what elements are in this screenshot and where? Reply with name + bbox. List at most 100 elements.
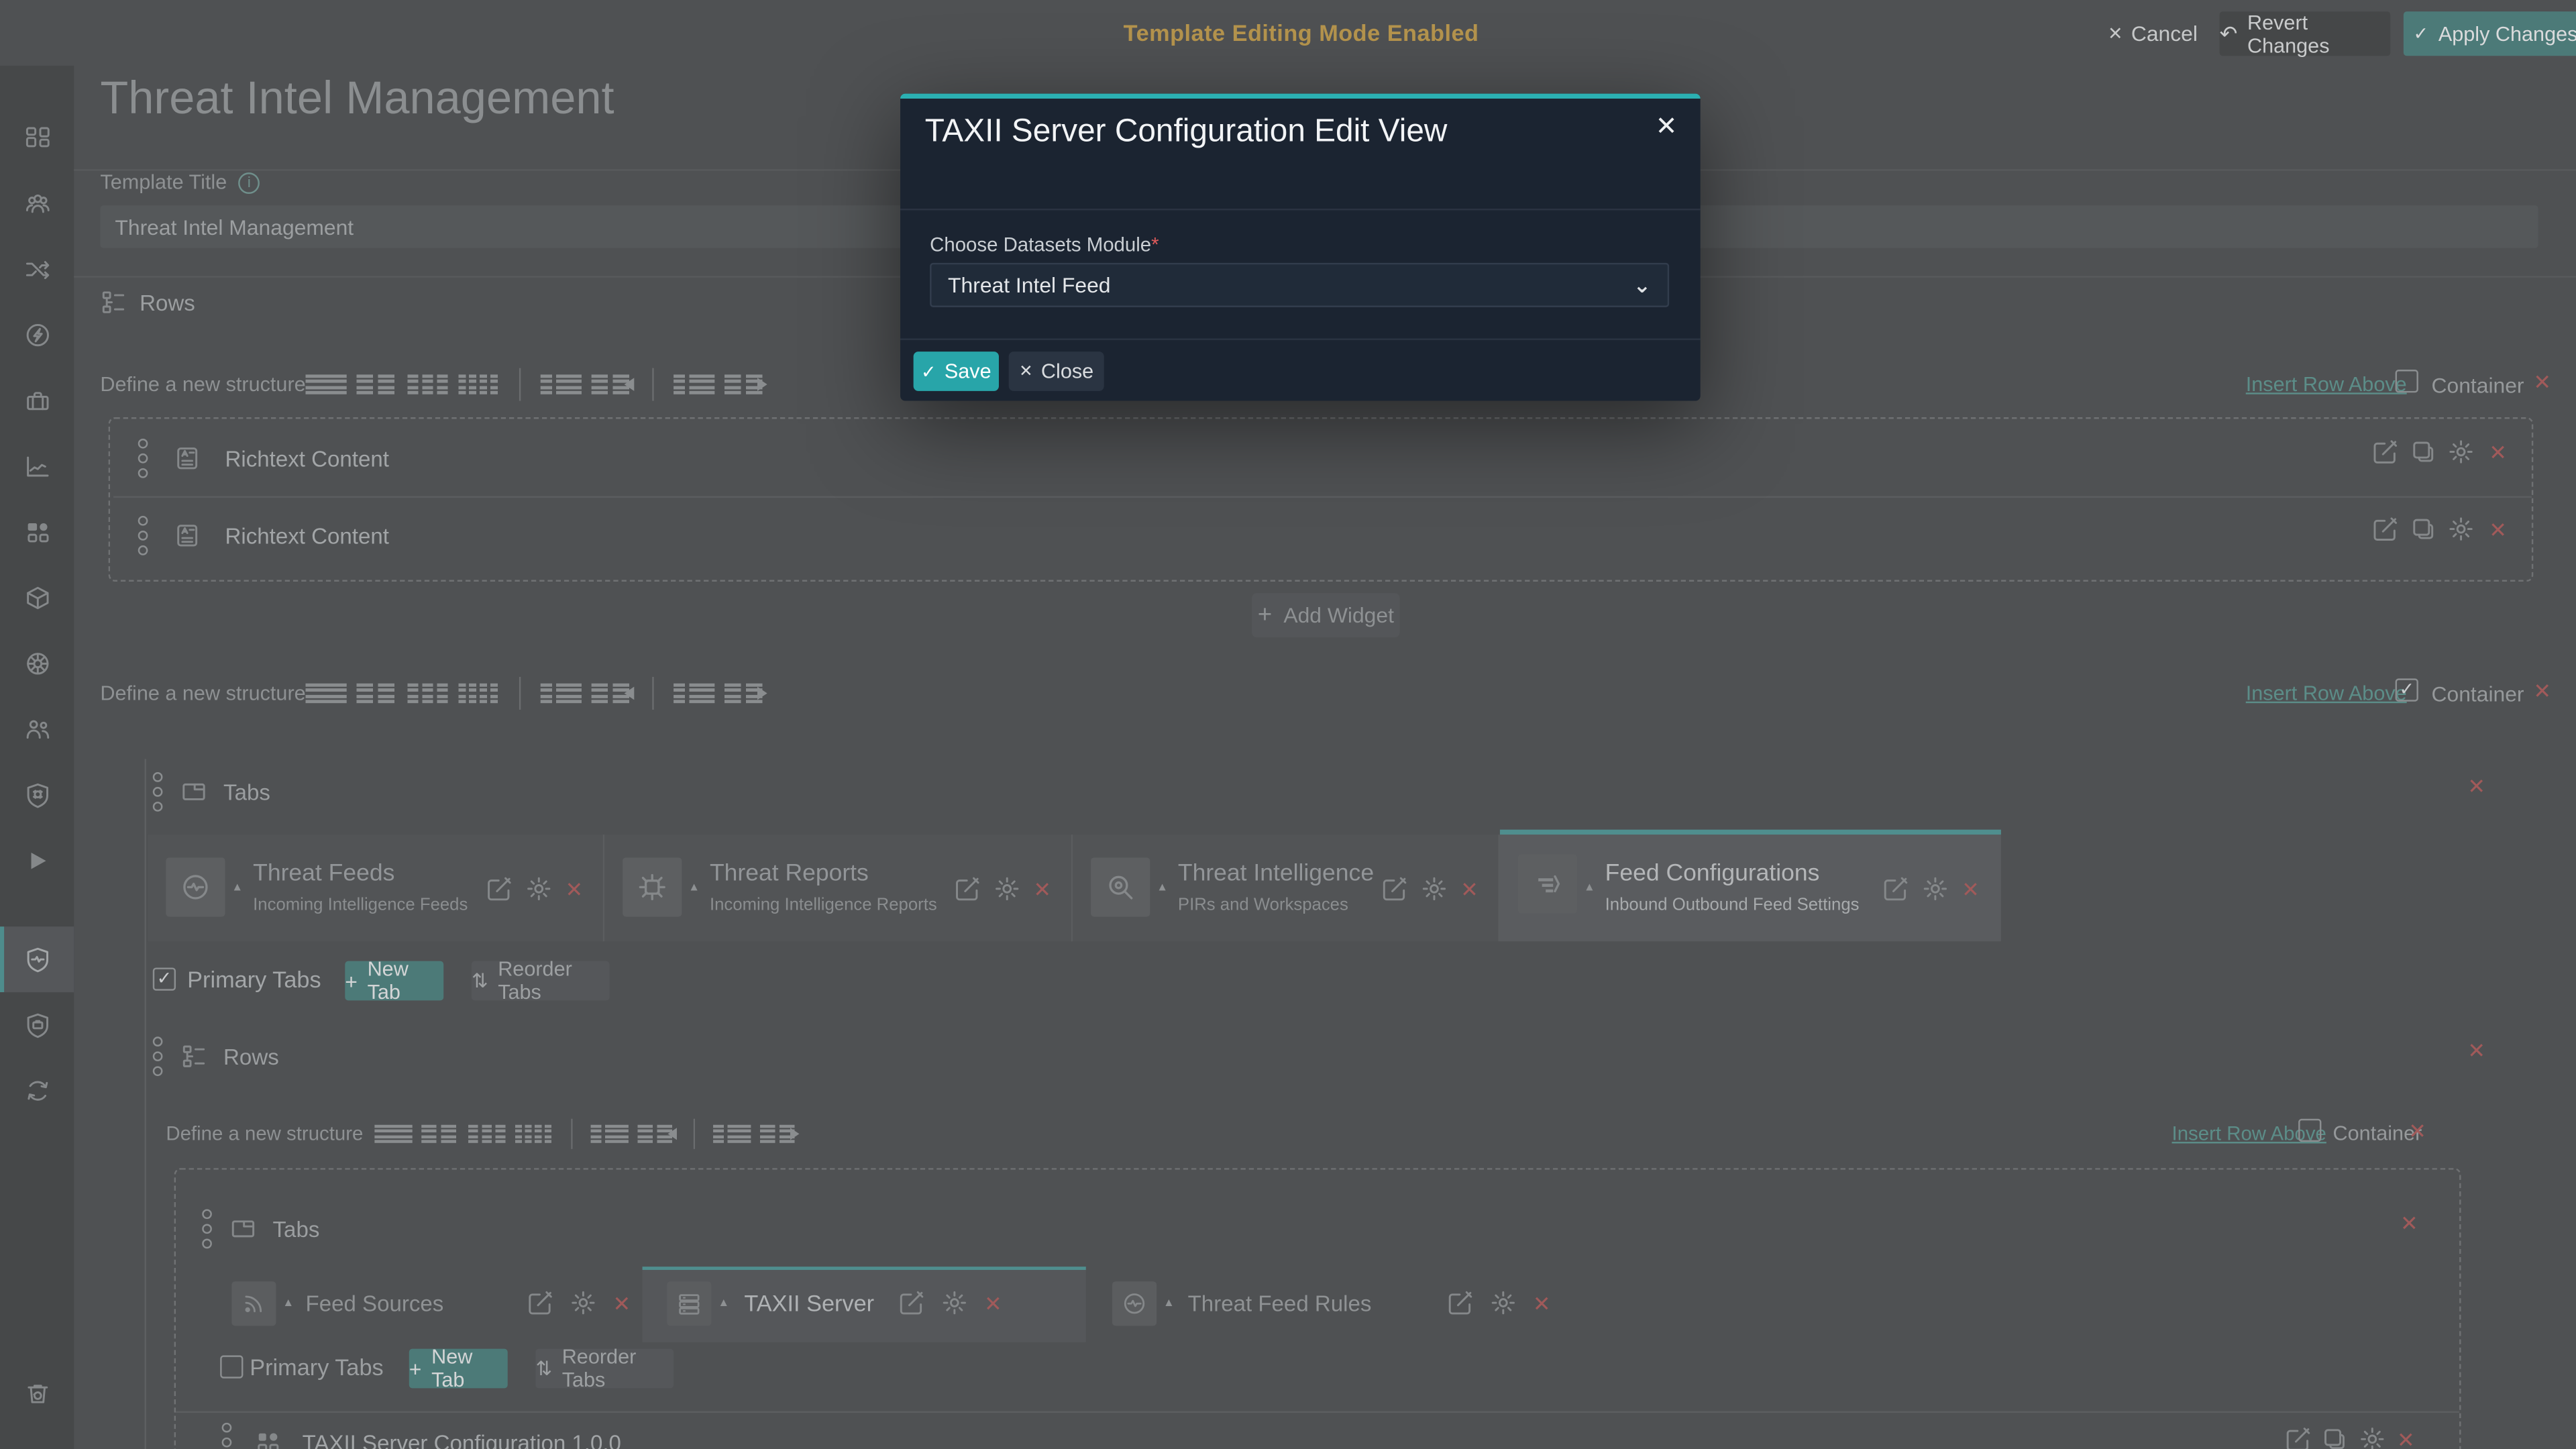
remove-tab-icon[interactable]: ✕ xyxy=(1460,879,1479,900)
drag-handle[interactable] xyxy=(138,439,148,478)
tab-card-threat-reports[interactable]: ▲ Threat Reports Incoming Intelligence R… xyxy=(604,835,1073,941)
tab-card-threat-intelligence[interactable]: ▲ Threat Intelligence PIRs and Workspace… xyxy=(1073,835,1500,941)
edit-icon[interactable] xyxy=(2286,1426,2312,1449)
reorder-tabs-button[interactable]: ⇅ Reorder Tabs xyxy=(535,1349,674,1389)
remove-tabs-icon[interactable]: ✕ xyxy=(2467,775,2485,797)
modal-close-icon[interactable]: ✕ xyxy=(1656,110,1678,143)
sidebar-item-team[interactable] xyxy=(0,171,74,237)
new-tab-button[interactable]: + New Tab xyxy=(345,961,443,1001)
sidebar-item-widgets[interactable] xyxy=(0,499,74,565)
sidebar-item-shuffle[interactable] xyxy=(0,237,74,303)
structure-4col-icon[interactable] xyxy=(515,1121,553,1146)
settings-gear-icon[interactable] xyxy=(941,1289,967,1316)
settings-gear-icon[interactable] xyxy=(526,875,552,902)
revert-changes-button[interactable]: ↶ Revert Changes xyxy=(2220,11,2391,56)
remove-tab-icon[interactable]: ✕ xyxy=(984,1293,1002,1314)
structure-sidebar-right-icon[interactable] xyxy=(674,680,714,708)
edit-icon[interactable] xyxy=(2372,516,2398,542)
widget-select-tile[interactable] xyxy=(166,857,225,916)
sidebar-item-incident-mgmt[interactable] xyxy=(0,992,74,1058)
structure-3col-icon[interactable] xyxy=(407,370,448,398)
drag-handle[interactable] xyxy=(222,1423,232,1449)
container-checkbox[interactable] xyxy=(2298,1119,2321,1142)
structure-4col-icon[interactable] xyxy=(458,370,499,398)
structure-2col-icon[interactable] xyxy=(356,370,397,398)
sidebar-item-dashboard[interactable] xyxy=(0,105,74,171)
settings-gear-icon[interactable] xyxy=(1421,875,1447,902)
sidebar-item-flash[interactable] xyxy=(0,303,74,368)
inner-tab-label[interactable]: Feed Sources xyxy=(306,1291,444,1316)
collapse-triangle-icon[interactable]: ▲ xyxy=(1584,882,1595,894)
structure-4col-icon[interactable] xyxy=(458,680,499,708)
settings-gear-icon[interactable] xyxy=(1490,1289,1516,1316)
widget-select-tile[interactable] xyxy=(667,1281,711,1326)
edit-icon[interactable] xyxy=(1382,875,1408,902)
widget-select-tile[interactable] xyxy=(231,1281,276,1326)
drag-handle[interactable] xyxy=(153,772,163,812)
collapse-triangle-icon[interactable]: ▲ xyxy=(718,1298,729,1309)
edit-icon[interactable] xyxy=(1883,875,1909,902)
structure-sidebar-left-icon[interactable] xyxy=(541,680,582,708)
sidebar-item-wheel[interactable] xyxy=(0,631,74,696)
structure-2col-icon[interactable] xyxy=(421,1121,459,1146)
remove-tab-icon[interactable]: ✕ xyxy=(1533,1293,1551,1314)
sidebar-item-package[interactable] xyxy=(0,565,74,631)
settings-gear-icon[interactable] xyxy=(2448,439,2474,465)
remove-tab-icon[interactable]: ✕ xyxy=(565,879,583,900)
settings-gear-icon[interactable] xyxy=(994,875,1020,902)
sidebar-item-analytics[interactable] xyxy=(0,434,74,500)
primary-tabs-checkbox-checked[interactable]: ✓ xyxy=(153,967,176,990)
duplicate-icon[interactable] xyxy=(2410,516,2436,542)
edit-icon[interactable] xyxy=(955,875,981,902)
sidebar-item-users[interactable] xyxy=(0,696,74,762)
collapse-triangle-icon[interactable]: ▲ xyxy=(282,1298,294,1309)
remove-row-icon[interactable]: ✕ xyxy=(2533,371,2551,392)
sidebar-item-recycle-bin[interactable] xyxy=(0,1360,74,1426)
sidebar-item-threat-detect[interactable] xyxy=(0,762,74,828)
sidebar-item-briefcase[interactable] xyxy=(0,368,74,434)
remove-tabs-icon[interactable]: ✕ xyxy=(2400,1212,2418,1234)
structure-3col-icon[interactable] xyxy=(468,1121,506,1146)
remove-widget-icon[interactable]: ✕ xyxy=(2397,1430,2415,1449)
collapse-triangle-icon[interactable]: ▲ xyxy=(688,882,700,894)
new-tab-button[interactable]: + New Tab xyxy=(409,1349,508,1389)
remove-tab-icon[interactable]: ✕ xyxy=(1962,879,1980,900)
duplicate-icon[interactable] xyxy=(2321,1426,2347,1449)
structure-indent-right-icon[interactable] xyxy=(724,370,765,398)
edit-icon[interactable] xyxy=(1448,1289,1474,1316)
add-widget-button[interactable]: + Add Widget xyxy=(1252,593,1399,637)
datasets-module-select[interactable]: Threat Intel Feed ⌄ xyxy=(930,263,1669,307)
structure-sidebar-left-icon[interactable] xyxy=(591,1121,629,1146)
settings-gear-icon[interactable] xyxy=(2448,516,2474,542)
close-button[interactable]: ✕ Close xyxy=(1009,352,1104,391)
widget-select-tile[interactable] xyxy=(623,857,682,916)
structure-1col-icon[interactable] xyxy=(306,370,347,398)
inner-tab-label-active[interactable]: TAXII Server xyxy=(744,1289,874,1316)
insert-row-above-link[interactable]: Insert Row Above xyxy=(2246,682,2407,704)
cancel-button[interactable]: ✕ Cancel xyxy=(2108,21,2198,46)
settings-gear-icon[interactable] xyxy=(1922,875,1948,902)
structure-1col-icon[interactable] xyxy=(306,680,347,708)
collapse-triangle-icon[interactable]: ▲ xyxy=(1163,1298,1175,1309)
structure-sidebar-right-icon[interactable] xyxy=(713,1121,751,1146)
remove-rows-icon[interactable]: ✕ xyxy=(2467,1040,2485,1061)
container-checkbox[interactable] xyxy=(2396,370,2418,392)
structure-1col-icon[interactable] xyxy=(374,1121,412,1146)
structure-sidebar-right-icon[interactable] xyxy=(674,370,714,398)
remove-row-icon[interactable]: ✕ xyxy=(2408,1120,2426,1142)
sidebar-item-mentions[interactable]: @ xyxy=(0,1426,74,1449)
container-checkbox-checked[interactable]: ✓ xyxy=(2396,678,2418,701)
insert-row-above-link[interactable]: Insert Row Above xyxy=(2246,373,2407,396)
save-button[interactable]: ✓ Save xyxy=(914,352,999,391)
structure-2col-icon[interactable] xyxy=(356,680,397,708)
edit-icon[interactable] xyxy=(2372,439,2398,465)
settings-gear-icon[interactable] xyxy=(2359,1426,2385,1449)
reorder-tabs-button[interactable]: ⇅ Reorder Tabs xyxy=(472,961,610,1001)
structure-indent-left-icon[interactable] xyxy=(637,1121,675,1146)
remove-tab-icon[interactable]: ✕ xyxy=(612,1293,631,1314)
structure-indent-right-icon[interactable] xyxy=(724,680,765,708)
remove-widget-icon[interactable]: ✕ xyxy=(2489,442,2507,464)
drag-handle[interactable] xyxy=(202,1209,212,1248)
info-icon[interactable]: i xyxy=(238,172,260,193)
structure-sidebar-left-icon[interactable] xyxy=(541,370,582,398)
